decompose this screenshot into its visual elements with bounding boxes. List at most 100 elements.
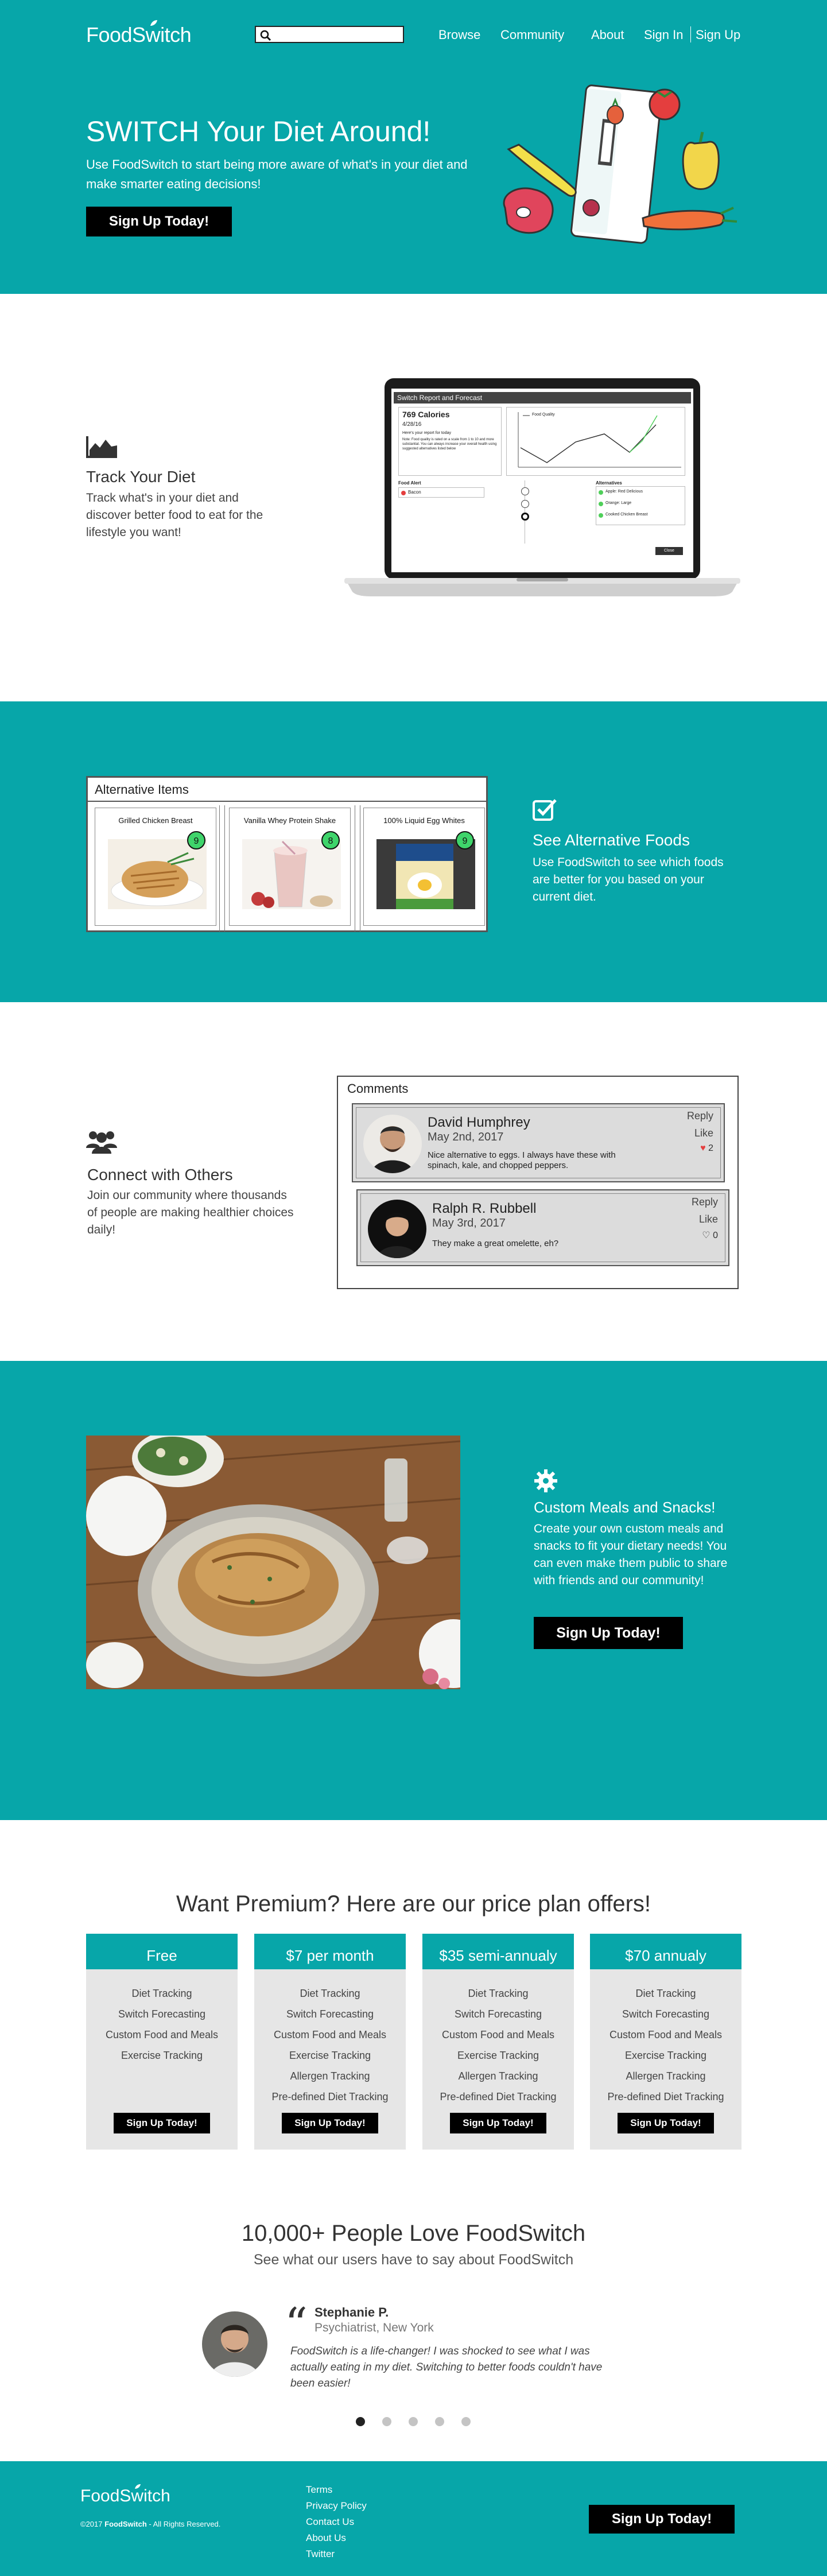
timeline-node[interactable]	[521, 500, 529, 508]
alt-item-score: 8	[321, 831, 340, 849]
plan-feature: Exercise Tracking	[457, 2050, 539, 2061]
hero-subtitle: Use FoodSwitch to start being more aware…	[86, 157, 468, 191]
connect-title: Connect with Others	[87, 1166, 233, 1184]
hero-title: SWITCH Your Diet Around!	[86, 115, 431, 148]
comments-title: Comments	[347, 1081, 409, 1096]
testimonial-name: Stephanie P.	[315, 2305, 389, 2319]
alternative-foods-section: Alternative Items Grilled Chicken Breast…	[0, 701, 827, 1002]
comments-panel: Comments David Humphrey May 2nd, 2017 Ni…	[337, 1076, 739, 1289]
search-field[interactable]	[274, 28, 401, 41]
avatar[interactable]	[363, 1115, 422, 1173]
timeline-node[interactable]	[521, 487, 529, 495]
meals-title: Custom Meals and Snacks!	[534, 1499, 716, 1516]
plan-feature: Diet Tracking	[300, 1988, 360, 1999]
nav-browse[interactable]: Browse	[438, 28, 480, 42]
alternative-item[interactable]: Cooked Chicken Breast	[596, 510, 685, 521]
pricing-section: Want Premium? Here are our price plan of…	[0, 1820, 827, 2189]
footer-link-about[interactable]: About Us	[306, 2530, 367, 2546]
testimonial-quote: FoodSwitch is a life-changer! I was shoc…	[290, 2345, 603, 2389]
reply-button[interactable]: Reply	[692, 1196, 718, 1208]
plan-feature: Allergen Tracking	[626, 2070, 706, 2082]
plan-feature: Allergen Tracking	[290, 2070, 370, 2082]
carousel-dot[interactable]	[409, 2417, 418, 2426]
comment-card: Ralph R. Rubbell May 3rd, 2017 They make…	[356, 1189, 729, 1266]
alternatives-label: Alternatives	[596, 480, 622, 486]
carousel-dot[interactable]	[382, 2417, 391, 2426]
timeline-node-active[interactable]	[521, 513, 529, 521]
nav-community[interactable]: Community	[500, 28, 564, 42]
alt-item-name: Grilled Chicken Breast	[118, 816, 193, 825]
screen-close-button[interactable]: Close	[655, 547, 683, 555]
track-title: Track Your Diet	[86, 468, 196, 486]
carousel-dot[interactable]	[461, 2417, 471, 2426]
alt-panel-title: Alternative Items	[88, 778, 486, 802]
nav-sign-up[interactable]: Sign Up	[696, 28, 740, 42]
carousel-dot[interactable]	[435, 2417, 444, 2426]
plan-feature: Custom Food and Meals	[441, 2029, 555, 2040]
comment-author[interactable]: David Humphrey	[428, 1115, 530, 1131]
comment-date: May 2nd, 2017	[428, 1131, 504, 1143]
footer-signup-button[interactable]: Sign Up Today!	[589, 2505, 735, 2534]
plan-name: Free	[86, 1934, 238, 1969]
plan-signup-button[interactable]: Sign Up Today!	[618, 2113, 714, 2133]
alt-item-name: 100% Liquid Egg Whites	[383, 816, 465, 825]
footer-link-terms[interactable]: Terms	[306, 2482, 367, 2498]
plan-signup-button[interactable]: Sign Up Today!	[450, 2113, 546, 2133]
alt-item-card[interactable]: 100% Liquid Egg Whites 9	[363, 808, 485, 926]
like-button[interactable]: Like	[699, 1213, 718, 1225]
plan-signup-button[interactable]: Sign Up Today!	[114, 2113, 210, 2133]
group-users-icon	[86, 1131, 117, 1154]
comment-text: Nice alternative to eggs. I always have …	[428, 1150, 616, 1170]
footer-link-twitter[interactable]: Twitter	[306, 2546, 367, 2562]
search-input[interactable]	[255, 26, 404, 43]
plan-feature: Custom Food and Meals	[609, 2029, 723, 2040]
avatar[interactable]	[368, 1200, 426, 1258]
plan-name: $7 per month	[254, 1934, 406, 1969]
nav-about[interactable]: About	[591, 28, 624, 42]
logo[interactable]: FoodSw itch	[86, 20, 192, 47]
testimonials-section: 10,000+ People Love FoodSwitch See what …	[0, 2189, 827, 2461]
hero-signup-button[interactable]: Sign Up Today!	[86, 207, 232, 236]
avatar	[202, 2311, 267, 2377]
plan-feature: Switch Forecasting	[454, 2008, 542, 2020]
like-button[interactable]: Like	[694, 1127, 713, 1139]
connect-text: Join our community where thousands of pe…	[87, 1189, 294, 1236]
plan-feature: Custom Food and Meals	[273, 2029, 387, 2040]
plan-feature: Allergen Tracking	[458, 2070, 538, 2082]
footer-link-contact[interactable]: Contact Us	[306, 2514, 367, 2530]
footer-link-privacy[interactable]: Privacy Policy	[306, 2498, 367, 2514]
alert-dot-icon	[401, 491, 406, 495]
reply-button[interactable]: Reply	[687, 1110, 713, 1122]
carousel-dot[interactable]	[356, 2417, 365, 2426]
nav-sign-in[interactable]: Sign In	[644, 28, 684, 42]
pricing-title: Want Premium? Here are our price plan of…	[176, 1891, 651, 1917]
alt-item-score: 9	[187, 831, 205, 849]
line-chart	[518, 412, 681, 468]
footer: FoodSw itch ©2017 FoodSwitch - All Rights…	[0, 2461, 827, 2576]
comment-text: They make a great omelette, eh?	[432, 1239, 559, 1248]
alt-text: Use FoodSwitch to see which foods are be…	[533, 856, 724, 903]
alternative-item[interactable]: Orange: Large	[596, 498, 685, 510]
heart-filled-icon: ♥	[700, 1143, 706, 1153]
card-divider	[355, 805, 360, 932]
hero-section: FoodSw itch Browse Community About Sign I…	[0, 0, 827, 294]
comment-author[interactable]: Ralph R. Rubbell	[432, 1201, 536, 1217]
food-alert-item[interactable]: Bacon	[398, 487, 484, 498]
like-count[interactable]: ♡ 0	[702, 1229, 718, 1241]
alt-item-card[interactable]: Grilled Chicken Breast 9	[95, 808, 216, 926]
testimonials-title: 10,000+ People Love FoodSwitch	[241, 2221, 586, 2246]
meals-signup-button[interactable]: Sign Up Today!	[534, 1617, 683, 1649]
comment-date: May 3rd, 2017	[432, 1217, 506, 1229]
alternative-item[interactable]: Apple: Red Delicious	[596, 487, 685, 498]
plan-feature: Custom Food and Meals	[105, 2029, 219, 2040]
plan-feature: Pre-defined Diet Tracking	[607, 2091, 724, 2102]
footer-logo[interactable]: FoodSw itch	[80, 2484, 170, 2506]
search-icon	[260, 30, 271, 41]
alt-item-card[interactable]: Vanilla Whey Protein Shake 8	[229, 808, 351, 926]
alt-item-score: 9	[456, 831, 474, 849]
plan-feature: Switch Forecasting	[118, 2008, 206, 2020]
plan-signup-button[interactable]: Sign Up Today!	[282, 2113, 378, 2133]
screen-content: Switch Report and Forecast 769 Calories …	[394, 392, 691, 570]
like-count[interactable]: ♥ 2	[700, 1143, 713, 1154]
protein-shake-photo	[242, 839, 341, 909]
